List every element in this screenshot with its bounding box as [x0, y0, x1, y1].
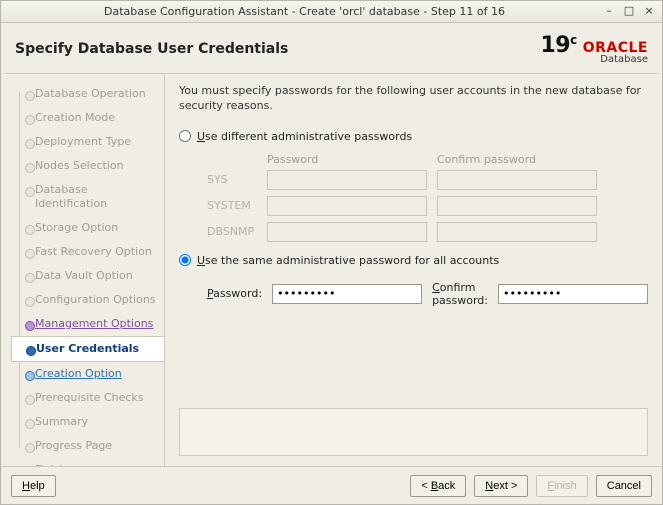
col-password: Password: [267, 153, 437, 166]
grid-label: SYS: [207, 173, 267, 186]
lead-text: You must specify passwords for the follo…: [179, 84, 648, 114]
dbca-window: Database Configuration Assistant - Creat…: [0, 0, 663, 505]
steps-list: Database OperationCreation ModeDeploymen…: [11, 82, 164, 466]
body: Database OperationCreation ModeDeploymen…: [1, 74, 662, 466]
grid-header: Password Confirm password: [207, 153, 648, 166]
step-finish: Finish: [11, 458, 164, 466]
col-confirm: Confirm password: [437, 153, 607, 166]
step-user-credentials: User Credentials: [11, 336, 165, 362]
step-fast-recovery-option: Fast Recovery Option: [11, 240, 164, 264]
step-storage-option: Storage Option: [11, 216, 164, 240]
confirm-input[interactable]: [498, 284, 648, 304]
step-creation-option[interactable]: Creation Option: [11, 362, 164, 386]
radio-same-input[interactable]: [179, 254, 191, 266]
grid-row-dbsnmp: DBSNMP: [207, 222, 648, 242]
step-configuration-options: Configuration Options: [11, 288, 164, 312]
close-icon[interactable]: ×: [642, 5, 656, 19]
content: You must specify passwords for the follo…: [164, 74, 662, 466]
message-panel: [179, 408, 648, 456]
help-button[interactable]: Help: [11, 475, 56, 497]
grid-label: DBSNMP: [207, 225, 267, 238]
step-progress-page: Progress Page: [11, 434, 164, 458]
step-creation-mode: Creation Mode: [11, 106, 164, 130]
finish-button: Finish: [536, 475, 587, 497]
next-button[interactable]: Next >: [474, 475, 528, 497]
same-password-row: Password: Confirm password:: [207, 281, 648, 307]
window-controls: – □ ×: [602, 5, 656, 19]
cancel-button[interactable]: Cancel: [596, 475, 652, 497]
grid-confirm-input: [437, 170, 597, 190]
radio-different[interactable]: Use different administrative passwords: [179, 130, 648, 143]
grid-row-system: SYSTEM: [207, 196, 648, 216]
step-summary: Summary: [11, 410, 164, 434]
password-label: Password:: [207, 287, 262, 300]
step-database-identification: Database Identification: [11, 178, 164, 216]
grid-password-input: [267, 222, 427, 242]
step-management-options[interactable]: Management Options: [11, 312, 164, 336]
radio-same-label: Use the same administrative password for…: [197, 254, 499, 267]
grid-row-sys: SYS: [207, 170, 648, 190]
step-database-operation: Database Operation: [11, 82, 164, 106]
grid-password-input: [267, 170, 427, 190]
per-account-grid: Password Confirm password SYS SYSTEM DBSNM…: [207, 153, 648, 248]
header: Specify Database User Credentials 19c OR…: [1, 23, 662, 73]
grid-confirm-input: [437, 196, 597, 216]
step-prerequisite-checks: Prerequisite Checks: [11, 386, 164, 410]
footer: Help < Back Next > Finish Cancel: [1, 466, 662, 504]
minimize-icon[interactable]: –: [602, 5, 616, 19]
radio-same[interactable]: Use the same administrative password for…: [179, 254, 648, 267]
window-title: Database Configuration Assistant - Creat…: [7, 5, 602, 18]
step-deployment-type: Deployment Type: [11, 130, 164, 154]
radio-different-label: Use different administrative passwords: [197, 130, 412, 143]
grid-password-input: [267, 196, 427, 216]
maximize-icon[interactable]: □: [622, 5, 636, 19]
grid-confirm-input: [437, 222, 597, 242]
grid-label: SYSTEM: [207, 199, 267, 212]
brand-version: 19c: [540, 33, 576, 58]
radio-different-input[interactable]: [179, 130, 191, 142]
step-data-vault-option: Data Vault Option: [11, 264, 164, 288]
oracle-brand: 19c ORACLE Database: [540, 33, 648, 65]
back-button[interactable]: < Back: [410, 475, 466, 497]
step-nodes-selection: Nodes Selection: [11, 154, 164, 178]
titlebar: Database Configuration Assistant - Creat…: [1, 1, 662, 23]
page-title: Specify Database User Credentials: [15, 41, 540, 57]
steps-sidebar: Database OperationCreation ModeDeploymen…: [1, 74, 164, 466]
confirm-label: Confirm password:: [432, 281, 488, 307]
password-input[interactable]: [272, 284, 422, 304]
